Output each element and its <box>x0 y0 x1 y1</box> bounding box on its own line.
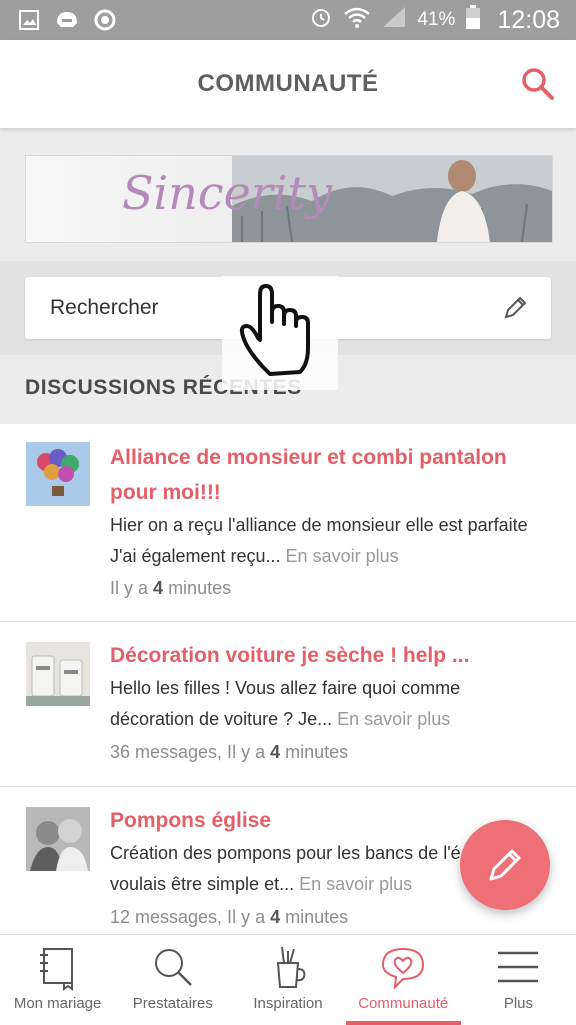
nav-item-prestataires[interactable]: Prestataires <box>115 935 230 1025</box>
discussion-thumbnail <box>26 642 90 706</box>
pencil-icon <box>489 849 521 881</box>
hamburger-icon <box>498 951 539 983</box>
discussion-excerpt: Hier on a reçu l'alliance de monsieur el… <box>110 515 528 566</box>
notebook-icon <box>39 948 73 991</box>
banner-brand: Sincerity <box>122 166 333 220</box>
nav-label: Plus <box>503 995 533 1012</box>
nav-label: Communauté <box>358 995 449 1012</box>
sponsor-banner[interactable]: Sincerity <box>25 155 553 243</box>
magnifier-icon <box>154 949 192 986</box>
nav-item-communaute[interactable]: Communauté <box>345 935 461 1025</box>
status-left-icons <box>16 7 118 33</box>
clock: 12:08 <box>497 5 560 34</box>
read-more-link[interactable]: En savoir plus <box>299 874 412 894</box>
battery-percent: 41% <box>417 9 456 30</box>
bottom-nav: Mon mariage Prestataires Inspiration Com… <box>0 934 576 1025</box>
app-header: COMMUNAUTÉ <box>0 40 576 128</box>
signal-icon <box>381 5 407 35</box>
battery-icon <box>465 4 481 36</box>
status-bar: 41% 12:08 <box>0 0 576 40</box>
search-button[interactable] <box>520 66 556 102</box>
discussion-meta: 12 messages, Il y a 4 minutes <box>110 907 349 927</box>
nav-label: Inspiration <box>253 995 323 1012</box>
search-placeholder: Rechercher <box>50 296 159 319</box>
discussion-meta: 36 messages, Il y a 4 minutes <box>110 742 349 762</box>
new-post-button[interactable] <box>460 820 550 910</box>
pencil-icon[interactable] <box>501 294 529 322</box>
list-item[interactable]: Alliance de monsieur et combi pantalon p… <box>0 424 576 622</box>
read-more-link[interactable]: En savoir plus <box>337 709 450 729</box>
active-tab-indicator <box>345 1021 461 1025</box>
discussion-title[interactable]: Décoration voiture je sèche ! help ... <box>110 638 552 673</box>
hand-cursor-icon <box>222 276 338 390</box>
discussion-title[interactable]: Alliance de monsieur et combi pantalon p… <box>110 440 552 510</box>
nav-item-plus[interactable]: Plus <box>461 935 576 1025</box>
discussion-excerpt: Hello les filles ! Vous allez faire quoi… <box>110 678 461 729</box>
settings-notification-icon <box>92 7 118 33</box>
nav-item-mon-mariage[interactable]: Mon mariage <box>0 935 115 1025</box>
discussion-meta: Il y a 4 minutes <box>110 578 232 598</box>
alarm-icon <box>309 5 333 35</box>
pencil-cup-icon <box>276 946 306 988</box>
wifi-icon <box>343 5 371 35</box>
gallery-notification-icon <box>16 7 42 33</box>
list-item[interactable]: Décoration voiture je sèche ! help ... H… <box>0 621 576 787</box>
search-icon <box>522 68 554 100</box>
helmet-notification-icon <box>54 7 80 33</box>
nav-item-inspiration[interactable]: Inspiration <box>230 935 345 1025</box>
discussion-thumbnail <box>26 807 90 871</box>
discussion-thumbnail <box>26 442 90 506</box>
nav-label: Prestataires <box>132 995 213 1012</box>
nav-label: Mon mariage <box>13 995 102 1012</box>
heart-bubble-icon <box>382 947 425 990</box>
status-right: 41% 12:08 <box>309 0 560 40</box>
page-title: COMMUNAUTÉ <box>197 70 379 97</box>
read-more-link[interactable]: En savoir plus <box>286 546 399 566</box>
